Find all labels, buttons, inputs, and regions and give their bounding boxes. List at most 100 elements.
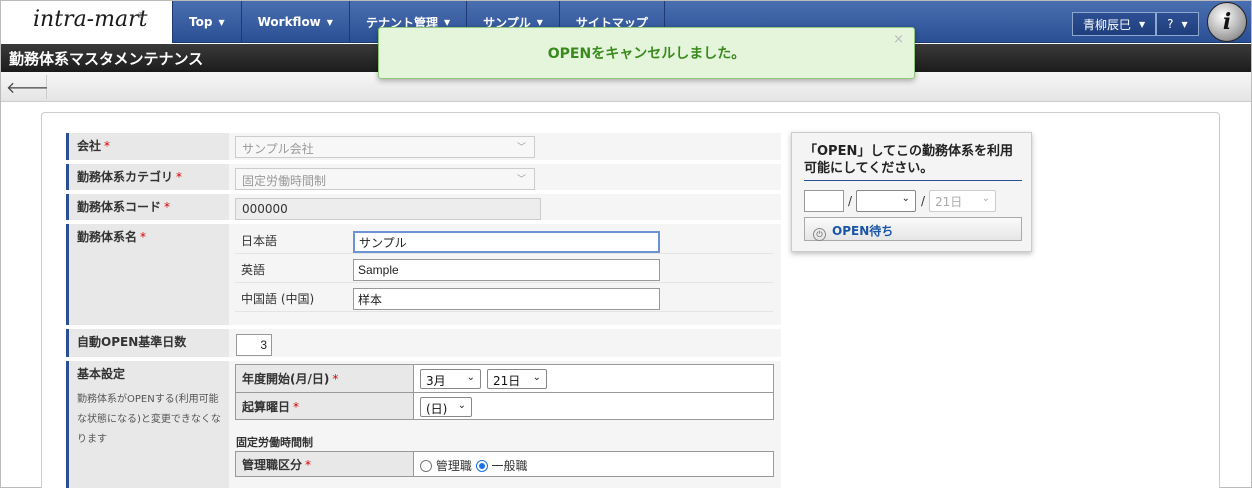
required-mark: *: [293, 400, 300, 414]
nav-workflow-label: Workflow: [257, 15, 321, 29]
chevron-down-icon: ▼: [1181, 19, 1188, 29]
manager-class-label: 管理職区分 *: [236, 452, 414, 476]
user-controls: 青柳辰巳 ▼ ? ▼: [1072, 12, 1199, 36]
nav-top-label: Top: [189, 15, 213, 29]
chevron-down-icon: ⌄: [457, 400, 466, 411]
fiscal-month-select[interactable]: 3月 ⌄: [420, 369, 481, 389]
power-icon: ⏻: [813, 228, 826, 241]
trademark-mark: ®: [137, 11, 145, 20]
radio-manager-label[interactable]: 管理職: [436, 459, 472, 473]
required-mark: *: [164, 200, 171, 214]
arrow-left-icon: 🡐: [6, 78, 49, 97]
open-year-input[interactable]: [804, 190, 844, 212]
help-icon: ?: [1167, 17, 1174, 31]
name-row: 勤務体系名* 日本語 英語 中国語 (中国): [66, 224, 781, 327]
basic-settings-row: 基本設定 勤務体系がOPENする(利用可能な状態になる)と変更できなくなります …: [66, 361, 781, 488]
basic-settings-value-cell: 年度開始(月/日) * 3月 ⌄ 21日 ⌄ 起算曜日 * (日) ⌄ 固定労働時間制 管…: [229, 361, 781, 488]
required-mark: *: [332, 372, 339, 386]
radio-manager[interactable]: [420, 460, 432, 472]
code-label: 勤務体系コード *: [66, 194, 229, 220]
logo-text: intra-mart: [33, 7, 148, 32]
name-ja-input[interactable]: [353, 231, 660, 253]
company-select-value: サンプル会社: [242, 142, 314, 156]
calc-weekday-select[interactable]: (日) ⌄: [420, 397, 472, 417]
name-en-row: 英語: [235, 255, 773, 283]
fiscal-day-select[interactable]: 21日 ⌄: [487, 369, 547, 389]
open-wait-button[interactable]: ⏻ OPEN待ち: [804, 217, 1022, 241]
radio-general-label[interactable]: 一般職: [492, 459, 528, 473]
name-zh-input[interactable]: [353, 288, 660, 310]
user-name: 青柳辰巳: [1083, 17, 1132, 32]
page-title: 勤務体系マスタメンテナンス: [9, 50, 204, 68]
chevron-down-icon: ▼: [443, 17, 451, 27]
open-month-select[interactable]: ⌄: [856, 190, 916, 212]
radio-general[interactable]: [475, 460, 488, 472]
name-zh-label: 中国語 (中国): [241, 292, 315, 306]
chevron-down-icon: ⌄: [532, 372, 541, 383]
company-value-cell: サンプル会社 ﹀: [229, 133, 781, 160]
back-button[interactable]: 🡐: [6, 75, 49, 99]
company-select: サンプル会社 ﹀: [235, 136, 535, 158]
info-globe-icon[interactable]: i: [1207, 2, 1247, 42]
nav-workflow[interactable]: Workflow ▼: [242, 1, 350, 43]
help-menu-button[interactable]: ? ▼: [1156, 12, 1199, 36]
name-en-label: 英語: [241, 263, 266, 277]
user-menu-button[interactable]: 青柳辰巳 ▼: [1072, 12, 1157, 36]
open-card-title: 「OPEN」してこの勤務体系を利用可能にしてください。: [804, 143, 1022, 181]
close-icon[interactable]: ×: [893, 32, 904, 47]
fiscal-day-value: 21日: [493, 374, 521, 388]
fiscal-start-label-text: 年度開始(月/日): [242, 372, 330, 386]
open-day-select: 21日 ⌄: [929, 190, 996, 212]
date-separator: /: [848, 194, 853, 208]
company-label: 会社 *: [66, 133, 229, 160]
category-label-text: 勤務体系カテゴリ: [77, 170, 174, 184]
code-row: 勤務体系コード * 000000: [66, 194, 781, 222]
code-label-text: 勤務体系コード: [77, 200, 162, 214]
manager-class-grid: 管理職区分 * 管理職 一般職: [235, 451, 774, 477]
chevron-down-icon: ⌄: [901, 193, 910, 204]
name-value-cell: 日本語 英語 中国語 (中国): [229, 224, 781, 325]
chevron-down-icon: ▼: [218, 17, 225, 27]
chevron-down-icon: ⌄: [466, 372, 475, 383]
required-mark: *: [305, 458, 312, 472]
chevron-down-icon: ⌄: [981, 193, 990, 204]
toast-notification: OPENをキャンセルしました。 ×: [378, 27, 915, 79]
auto-open-days-input[interactable]: [236, 334, 272, 356]
category-select-value: 固定労働時間制: [242, 174, 327, 188]
code-field: 000000: [235, 198, 541, 220]
required-mark: *: [104, 139, 111, 153]
code-value-cell: 000000: [229, 194, 781, 220]
auto-open-label: 自動OPEN基準日数: [66, 329, 229, 357]
name-label-text: 勤務体系名: [77, 230, 138, 244]
intra-mart-logo[interactable]: intra-mart ®: [1, 1, 173, 43]
date-separator: /: [921, 194, 926, 208]
nav-top[interactable]: Top ▼: [173, 1, 242, 43]
auto-open-value-cell: [229, 329, 781, 357]
category-select: 固定労働時間制 ﹀: [235, 168, 535, 190]
chevron-down-icon: ﹀: [516, 143, 526, 153]
category-label: 勤務体系カテゴリ *: [66, 164, 229, 190]
fiscal-start-label: 年度開始(月/日) *: [236, 365, 414, 392]
category-row: 勤務体系カテゴリ * 固定労働時間制 ﹀: [66, 164, 781, 192]
required-mark: *: [140, 230, 147, 244]
open-day-value: 21日: [935, 195, 963, 209]
company-label-text: 会社: [77, 139, 102, 153]
category-value-cell: 固定労働時間制 ﹀: [229, 164, 781, 190]
chevron-down-icon: ▼: [326, 17, 333, 27]
name-ja-label: 日本語: [241, 234, 278, 248]
chevron-down-icon: ﹀: [516, 175, 526, 185]
calc-weekday-grid: 起算曜日 * (日) ⌄: [235, 392, 774, 420]
manager-class-options: 管理職 一般職: [420, 457, 528, 474]
calc-weekday-label-text: 起算曜日: [242, 400, 291, 414]
name-en-input[interactable]: [353, 259, 660, 281]
auto-open-row: 自動OPEN基準日数: [66, 329, 781, 359]
open-wait-label: OPEN待ち: [832, 224, 894, 238]
chevron-down-icon: ▼: [1139, 19, 1146, 29]
basic-settings-title: 基本設定: [77, 367, 126, 381]
name-label: 勤務体系名 *: [66, 224, 229, 325]
required-mark: *: [176, 170, 183, 184]
basic-settings-note: 勤務体系がOPENする(利用可能な状態になる)と変更できなくなります: [77, 394, 221, 445]
section-title: 固定労働時間制: [236, 436, 313, 449]
chevron-down-icon: ▼: [536, 17, 543, 27]
name-ja-row: 日本語: [235, 226, 773, 254]
